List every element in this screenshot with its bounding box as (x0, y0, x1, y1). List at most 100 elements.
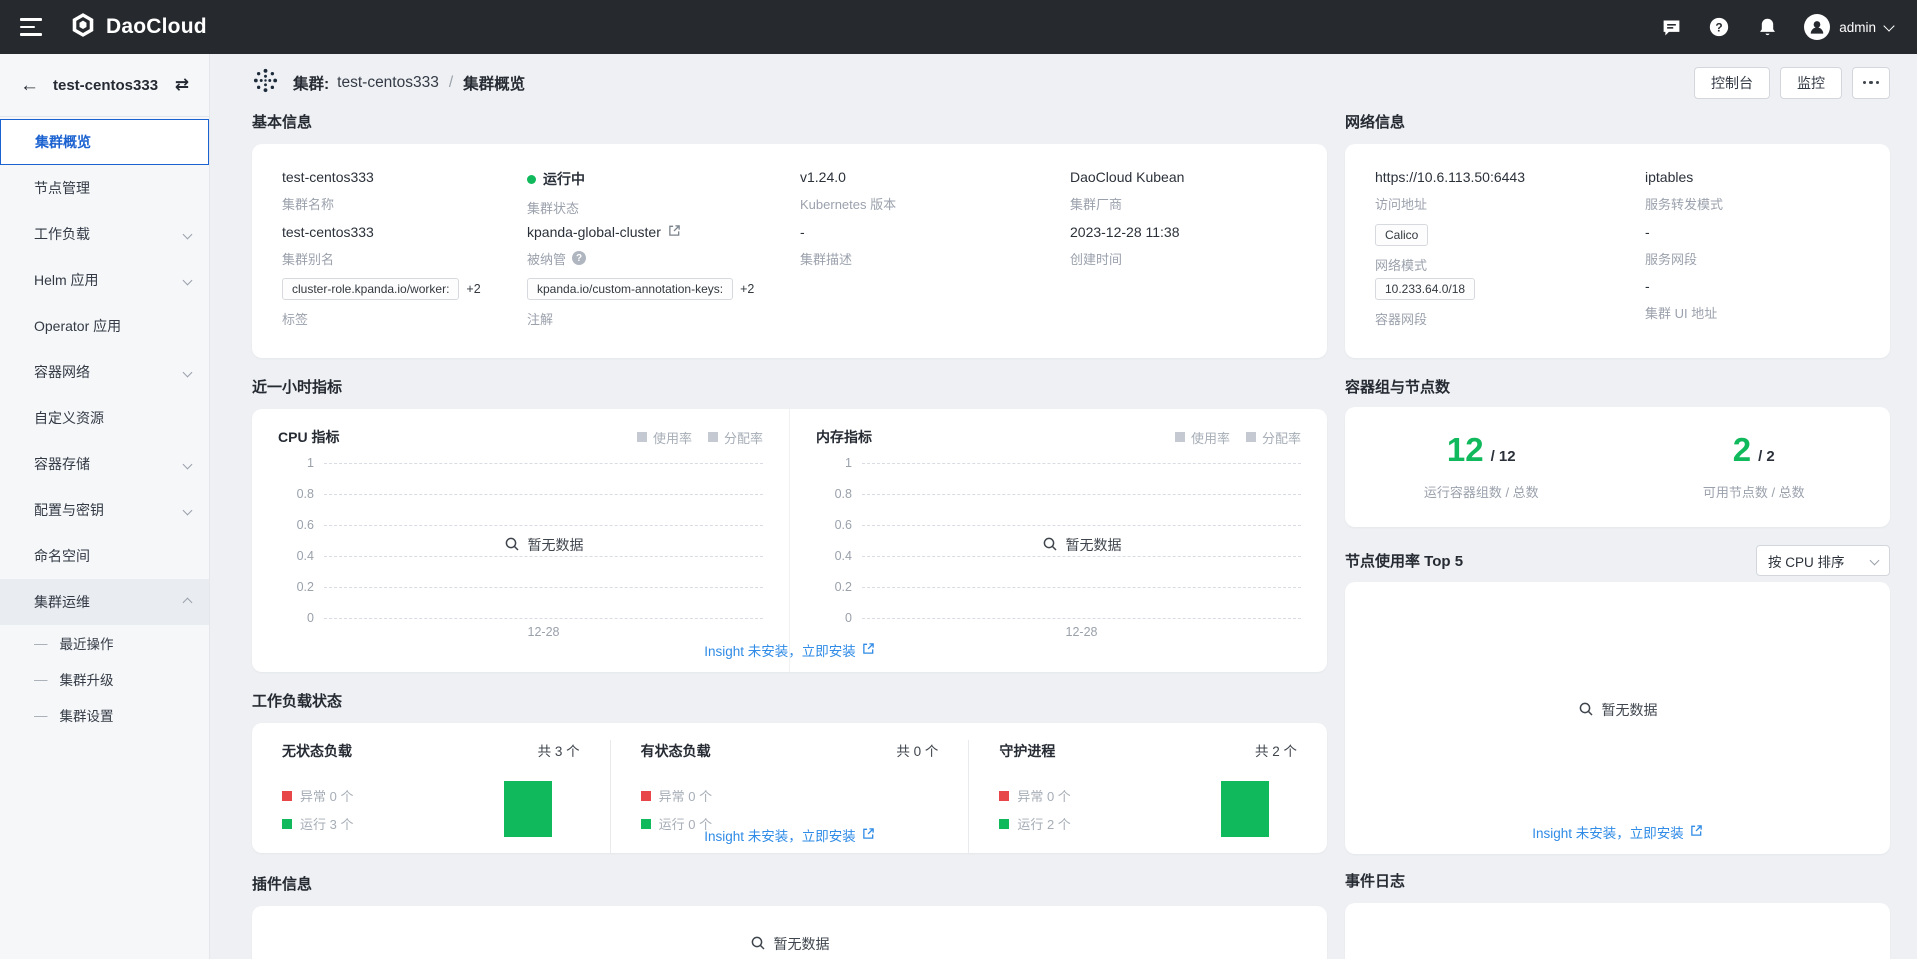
legend-allocation[interactable]: 分配率 (708, 428, 763, 447)
plugins-card: 暂无数据 (252, 906, 1327, 959)
memory-chart: 内存指标 使用率 分配率 1 0.8 0.6 0.4 0.2 0 (789, 409, 1327, 672)
more-actions-button[interactable] (1852, 67, 1890, 99)
field-cluster-alias: test-centos333 集群别名 (282, 224, 527, 279)
node-usage-card: 暂无数据 Insight 未安装，立即安装 (1345, 582, 1890, 854)
field-cluster-status: 运行中 集群状态 (527, 169, 800, 224)
memory-xtick: 12-28 (862, 625, 1301, 639)
chevron-up-icon (183, 597, 193, 607)
daocloud-logo-icon (70, 12, 96, 43)
sidebar-item-custom-resources[interactable]: 自定义资源 (0, 395, 209, 441)
page-header: 集群: test-centos333 / 集群概览 控制台 监控 (210, 54, 1917, 111)
chevron-down-icon (183, 229, 193, 239)
managed-cluster-link[interactable]: kpanda-global-cluster (527, 224, 661, 240)
sidebar: ← test-centos333 ⇄ 集群概览 节点管理 工作负载 Helm 应… (0, 54, 210, 959)
chevron-down-icon (1883, 20, 1894, 31)
feedback-icon[interactable] (1660, 16, 1682, 38)
field-annotations: kpanda.io/custom-annotation-keys:+2 注解 (527, 278, 800, 333)
pod-cidr-chip[interactable]: 10.233.64.0/18 (1375, 278, 1475, 300)
sidebar-item-namespaces[interactable]: 命名空间 (0, 533, 209, 579)
field-cluster-name: test-centos333 集群名称 (282, 169, 527, 224)
network-info-card: https://10.6.113.50:6443 访问地址 iptables 服… (1345, 144, 1890, 358)
label-chip[interactable]: cluster-role.kpanda.io/worker: (282, 278, 459, 300)
field-labels: cluster-role.kpanda.io/worker:+2 标签 (282, 278, 527, 333)
sidebar-item-workloads[interactable]: 工作负载 (0, 211, 209, 257)
node-usage-title: 节点使用率 Top 5 (1345, 550, 1463, 571)
field-forward-mode: iptables 服务转发模式 (1645, 169, 1860, 224)
chevron-down-icon (183, 275, 193, 285)
search-icon (1578, 701, 1594, 720)
external-link-icon[interactable] (668, 224, 681, 240)
chevron-down-icon (183, 505, 193, 515)
sidebar-item-container-storage[interactable]: 容器存储 (0, 441, 209, 487)
main-content: 集群: test-centos333 / 集群概览 控制台 监控 基本信息 te… (210, 54, 1917, 959)
field-cluster-vendor: DaoCloud Kubean 集群厂商 (1070, 169, 1297, 224)
abnormal-square-icon (641, 791, 651, 801)
insight-install-link[interactable]: Insight 未安装，立即安装 (252, 825, 1327, 845)
external-link-icon (862, 827, 875, 843)
workload-section-title: 工作负载状态 (252, 690, 1327, 711)
breadcrumb-current: 集群概览 (463, 72, 525, 94)
metrics-section-title: 近一小时指标 (252, 376, 1327, 397)
sidebar-cluster-name: test-centos333 (53, 77, 158, 94)
external-link-icon (862, 642, 875, 658)
field-k8s-version: v1.24.0 Kubernetes 版本 (800, 169, 1070, 224)
node-usage-sort-select[interactable]: 按 CPU 排序 (1756, 545, 1890, 576)
cpu-chart: CPU 指标 使用率 分配率 1 0.8 0.6 0.4 0.2 0 (252, 409, 789, 672)
monitor-button[interactable]: 监控 (1780, 67, 1842, 99)
insight-install-link[interactable]: Insight 未安装，立即安装 (252, 640, 1327, 660)
annotations-more[interactable]: +2 (740, 282, 754, 296)
events-card (1345, 903, 1890, 959)
abnormal-legend: 异常 0 个 (282, 786, 353, 805)
annotation-chip[interactable]: kpanda.io/custom-annotation-keys: (527, 278, 733, 300)
network-mode-chip[interactable]: Calico (1375, 224, 1428, 246)
search-icon (504, 536, 520, 555)
cpu-empty-state: 暂无数据 (324, 535, 763, 555)
metrics-card: CPU 指标 使用率 分配率 1 0.8 0.6 0.4 0.2 0 (252, 409, 1327, 672)
sidebar-item-cluster-overview[interactable]: 集群概览 (0, 119, 209, 165)
legend-usage[interactable]: 使用率 (637, 428, 692, 447)
legend-usage[interactable]: 使用率 (1175, 428, 1230, 447)
sidebar-item-config-secrets[interactable]: 配置与密钥 (0, 487, 209, 533)
sidebar-item-helm-apps[interactable]: Helm 应用 (0, 257, 209, 303)
nodes-stat: 2/ 2 可用节点数 / 总数 (1618, 407, 1891, 527)
legend-allocation[interactable]: 分配率 (1246, 428, 1301, 447)
cpu-chart-title: CPU 指标 (278, 427, 339, 447)
sidebar-item-operator-apps[interactable]: Operator 应用 (0, 303, 209, 349)
help-icon[interactable]: ? (1708, 16, 1730, 38)
topbar: DaoCloud ? admin (0, 0, 1917, 54)
breadcrumb: 集群: test-centos333 / 集群概览 (293, 72, 525, 94)
sidebar-item-node-management[interactable]: 节点管理 (0, 165, 209, 211)
pods-nodes-title: 容器组与节点数 (1345, 376, 1890, 397)
user-menu[interactable]: admin (1804, 14, 1893, 40)
sidebar-item-cluster-ops[interactable]: 集群运维 (0, 579, 209, 625)
field-pod-cidr: 10.233.64.0/18 容器网段 (1375, 278, 1645, 333)
sidebar-item-cluster-settings[interactable]: —集群设置 (0, 697, 209, 733)
insight-install-link[interactable]: Insight 未安装，立即安装 (1345, 822, 1890, 842)
abnormal-legend: 异常 0 个 (641, 786, 712, 805)
legend-square-icon (708, 432, 718, 442)
brand-name: DaoCloud (106, 15, 207, 39)
notifications-bell-icon[interactable] (1756, 16, 1778, 38)
memory-empty-state: 暂无数据 (862, 535, 1301, 555)
basic-info-card: test-centos333 集群名称 运行中 集群状态 v1.24.0 Kub… (252, 144, 1327, 358)
menu-icon[interactable] (20, 18, 42, 36)
chevron-down-icon (1870, 556, 1880, 566)
sidebar-item-container-network[interactable]: 容器网络 (0, 349, 209, 395)
cluster-dots-icon (252, 67, 279, 99)
back-arrow-icon[interactable]: ← (20, 76, 39, 95)
switch-cluster-icon[interactable]: ⇄ (175, 75, 189, 95)
labels-more[interactable]: +2 (466, 282, 480, 296)
pods-nodes-card: 12/ 12 运行容器组数 / 总数 2/ 2 可用节点数 / 总数 (1345, 407, 1890, 527)
console-button[interactable]: 控制台 (1694, 67, 1770, 99)
breadcrumb-cluster-name[interactable]: test-centos333 (337, 74, 439, 92)
legend-square-icon (637, 432, 647, 442)
brand[interactable]: DaoCloud (70, 12, 207, 43)
chevron-down-icon (183, 459, 193, 469)
sidebar-item-cluster-upgrade[interactable]: —集群升级 (0, 661, 209, 697)
workload-card: 无状态负载共 3 个 异常 0 个 运行 3 个 有状态负载共 0 个 异常 0… (252, 723, 1327, 853)
help-circle-icon[interactable]: ? (572, 251, 586, 265)
sidebar-item-recent-operations[interactable]: —最近操作 (0, 625, 209, 661)
plugins-section-title: 插件信息 (252, 873, 1327, 894)
search-icon (750, 935, 766, 954)
memory-plot-area: 1 0.8 0.6 0.4 0.2 0 暂无数据 12-28 (816, 463, 1301, 619)
